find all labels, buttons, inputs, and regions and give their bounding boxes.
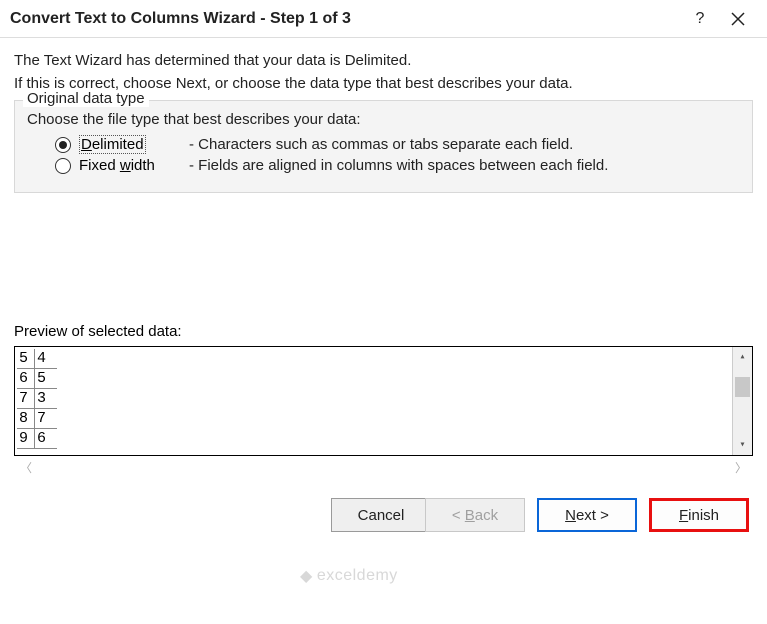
cancel-label: Cancel [358, 507, 405, 524]
preview-cell: 6 [35, 429, 57, 449]
radio-icon [55, 137, 71, 153]
fieldset-prompt: Choose the file type that best describes… [27, 111, 740, 128]
vertical-scrollbar[interactable]: ▴ ▾ [732, 347, 752, 455]
intro-text-1: The Text Wizard has determined that your… [14, 52, 753, 69]
preview-cell: 3 [35, 389, 57, 409]
watermark: ◆exceldemy [300, 566, 398, 586]
chevron-down-icon: ▾ [733, 435, 752, 455]
dialog-title: Convert Text to Columns Wizard - Step 1 … [10, 10, 681, 28]
radio-fixed-width[interactable]: Fixed width - Fields are aligned in colu… [55, 157, 740, 174]
preview-cell: 4 [35, 349, 57, 369]
fieldset-legend: Original data type [23, 90, 149, 107]
radio-fixed-width-label: Fixed width [79, 157, 189, 174]
chevron-right-icon: 〉 [735, 459, 747, 476]
preview-row: 7 3 [17, 389, 732, 409]
preview-cell: 8 [17, 409, 35, 429]
back-label: < Back [452, 507, 498, 524]
radio-delimited-label: Delimited [79, 136, 189, 153]
radio-delimited-desc: - Characters such as commas or tabs sepa… [189, 136, 573, 153]
titlebar: Convert Text to Columns Wizard - Step 1 … [0, 0, 767, 38]
preview-cell: 5 [17, 349, 35, 369]
original-data-type-group: Original data type Choose the file type … [14, 100, 753, 193]
close-button[interactable] [719, 4, 757, 34]
preview-data: 5 4 6 5 7 3 8 7 9 6 [15, 347, 732, 455]
back-button: < Back [425, 498, 525, 532]
finish-button[interactable]: Finish [649, 498, 749, 532]
cancel-button[interactable]: Cancel [331, 498, 431, 532]
preview-cell: 6 [17, 369, 35, 389]
preview-cell: 5 [35, 369, 57, 389]
preview-box: 5 4 6 5 7 3 8 7 9 6 ▴ ▾ [14, 346, 753, 456]
preview-row: 5 4 [17, 349, 732, 369]
close-icon [731, 12, 745, 26]
preview-cell: 7 [35, 409, 57, 429]
radio-icon [55, 158, 71, 174]
preview-cell: 7 [17, 389, 35, 409]
finish-label: Finish [679, 507, 719, 524]
preview-cell: 9 [17, 429, 35, 449]
preview-row: 9 6 [17, 429, 732, 449]
preview-label: Preview of selected data: [14, 323, 753, 340]
dialog-body: The Text Wizard has determined that your… [0, 38, 767, 478]
next-button[interactable]: Next > [537, 498, 637, 532]
horizontal-scrollbar[interactable]: 〈 〉 [14, 456, 753, 478]
chevron-left-icon: 〈 [20, 459, 32, 476]
preview-row: 6 5 [17, 369, 732, 389]
button-row: Cancel < Back Next > Finish [0, 478, 767, 544]
radio-fixed-width-desc: - Fields are aligned in columns with spa… [189, 157, 608, 174]
chevron-up-icon: ▴ [733, 347, 752, 367]
preview-row: 8 7 [17, 409, 732, 429]
scroll-thumb[interactable] [735, 377, 750, 397]
radio-delimited[interactable]: Delimited - Characters such as commas or… [55, 136, 740, 153]
next-label: Next > [565, 507, 609, 524]
help-button[interactable]: ? [681, 4, 719, 34]
